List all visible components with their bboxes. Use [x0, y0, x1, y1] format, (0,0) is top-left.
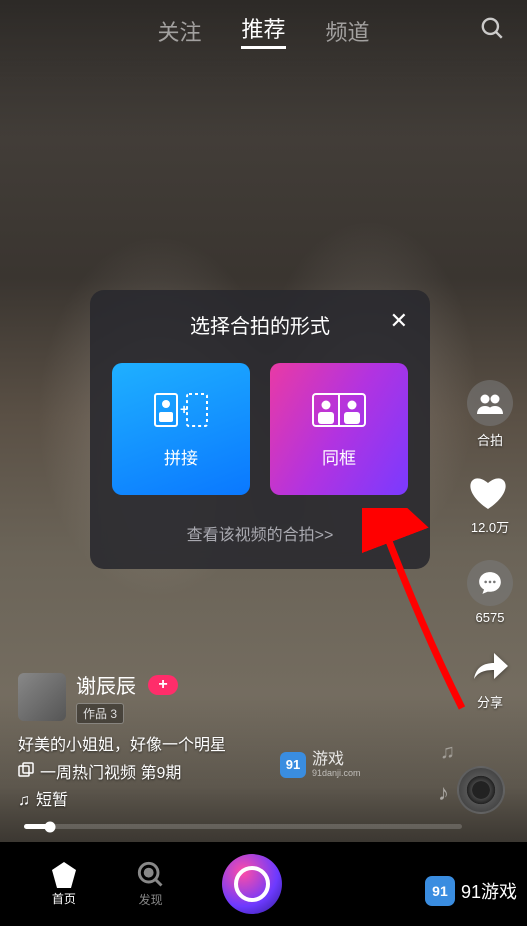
search-icon[interactable]: [479, 15, 505, 46]
heart-icon: [468, 473, 512, 513]
capture-button[interactable]: [222, 854, 282, 914]
home-icon: [49, 862, 79, 888]
watermark-badge-large: 91: [425, 876, 455, 906]
tongkuang-icon: [309, 390, 369, 430]
avatar[interactable]: [18, 673, 66, 721]
watermark-subtext: 91danji.com: [312, 769, 361, 778]
caption-text: 好美的小姐姐，好像一个明星: [18, 732, 226, 759]
works-count-badge[interactable]: 作品 3: [76, 703, 124, 724]
hot-video-text: 一周热门视频 第9期: [40, 760, 181, 787]
nav-discover-label: 发现: [139, 891, 163, 908]
music-line[interactable]: ♫ 短暂: [18, 787, 226, 814]
comment-button[interactable]: 6575: [467, 560, 513, 625]
watermark-text-large: 91游戏: [461, 878, 517, 904]
tab-recommend[interactable]: 推荐: [241, 12, 285, 49]
author-name[interactable]: 谢辰辰: [76, 670, 136, 699]
share-icon: [470, 649, 510, 688]
watermark-badge: 91: [280, 752, 306, 778]
modal-title: 选择合拍的形式: [190, 310, 330, 339]
nav-home[interactable]: 首页: [49, 862, 79, 907]
music-disc[interactable]: [457, 766, 505, 814]
tab-channel[interactable]: 频道: [326, 15, 370, 47]
duet-icon: [467, 380, 513, 426]
watermark-small: 91 游戏 91danji.com: [280, 752, 361, 778]
hot-video-line[interactable]: 一周热门视频 第9期: [18, 760, 226, 787]
watermark-large: 91 91游戏: [425, 876, 517, 906]
follow-button[interactable]: +: [148, 675, 178, 695]
hepai-button[interactable]: 合拍: [467, 380, 513, 449]
svg-text:+: +: [180, 401, 188, 417]
comment-count: 6575: [476, 610, 505, 625]
top-nav: 关注 推荐 频道: [0, 12, 527, 49]
option-pinjie[interactable]: + 拼接: [112, 363, 250, 495]
floating-note-icon: ♫: [440, 741, 455, 764]
pinjie-icon: +: [153, 390, 209, 430]
playlist-icon: [18, 760, 34, 787]
comment-icon: [467, 560, 513, 606]
progress-bar[interactable]: [24, 824, 462, 829]
nav-home-label: 首页: [52, 890, 76, 907]
option-tongkuang-label: 同框: [322, 444, 356, 469]
tab-follow[interactable]: 关注: [157, 15, 201, 47]
view-hepai-link[interactable]: 查看该视频的合拍>>: [112, 521, 408, 545]
nav-discover[interactable]: 发现: [137, 861, 165, 908]
music-note-icon: ♫: [18, 787, 30, 814]
like-count: 12.0万: [471, 517, 509, 536]
option-tongkuang[interactable]: 同框: [270, 363, 408, 495]
discover-icon: [137, 861, 165, 889]
like-button[interactable]: 12.0万: [468, 473, 512, 536]
share-button[interactable]: 分享: [470, 649, 510, 711]
floating-note-icon: ♪: [438, 780, 449, 806]
close-icon[interactable]: ✕: [390, 308, 408, 334]
share-label: 分享: [477, 692, 503, 711]
right-action-rail: 合拍 12.0万 6575 分享: [467, 380, 513, 711]
video-description: 好美的小姐姐，好像一个明星 一周热门视频 第9期 ♫ 短暂: [18, 732, 226, 814]
music-name: 短暂: [36, 787, 68, 814]
watermark-text: 游戏: [312, 752, 361, 769]
option-pinjie-label: 拼接: [164, 444, 198, 469]
author-row: 谢辰辰 + 作品 3: [18, 670, 178, 724]
hepai-format-modal: 选择合拍的形式 ✕ + 拼接 同框 查看该视频的合拍>: [90, 290, 430, 569]
hepai-label: 合拍: [477, 430, 503, 449]
